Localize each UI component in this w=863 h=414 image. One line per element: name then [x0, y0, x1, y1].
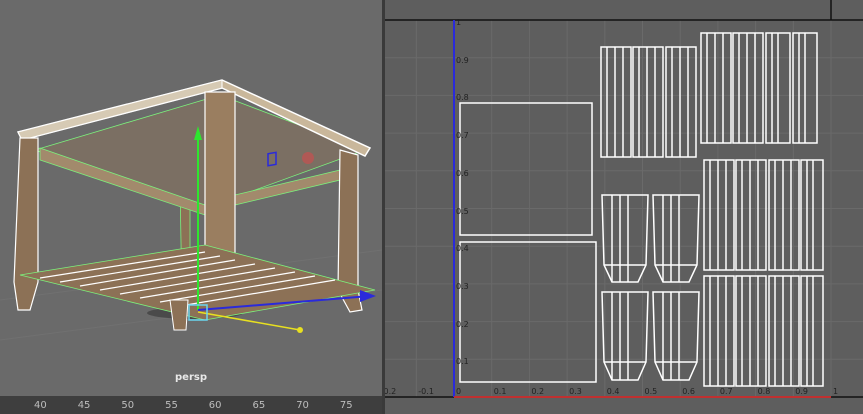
v-tick-label: 0.4 [456, 244, 469, 254]
timeline-tick-label: 75 [339, 400, 353, 411]
z-axis-handle [197, 311, 301, 331]
u-tick-label: 0.1 [493, 387, 507, 396]
timeline-tick-label: 65 [252, 400, 266, 411]
v-tick-label: 0.6 [456, 168, 469, 178]
u-tick-label: 0.5 [644, 387, 658, 396]
u-tick-label: 0.4 [606, 387, 620, 396]
v-tick-label: 0.8 [456, 93, 469, 103]
timeline-tick-label: 55 [165, 400, 178, 411]
u-tick-label: 0.6 [682, 387, 695, 396]
uv-shell-legs [601, 194, 700, 381]
v-tick-label: 0.2 [456, 319, 469, 329]
perspective-viewport[interactable]: persp 40 45 50 55 60 65 70 75 [0, 0, 382, 414]
u-tick-label: 0 [456, 387, 462, 396]
u-tick-label: 0.3 [569, 387, 582, 396]
v-tick-label: 1 [456, 18, 462, 27]
u-tick-label: 1 [833, 387, 839, 396]
v-tick-label: 0.7 [456, 131, 469, 141]
v-tick-label: 0.1 [456, 357, 469, 367]
table-model-scene[interactable] [0, 0, 382, 414]
u-tick-label: 0.7 [719, 387, 733, 396]
u-tick-label: 0.8 [757, 387, 771, 396]
uv-editor-viewport[interactable]: -0.2 -0.1 0 0.1 0.2 0.3 0.4 0.5 0.6 0.7 0.8 0.9 1 1 0.… [385, 0, 863, 414]
camera-label: persp [175, 372, 207, 383]
uv-shell-tabletop-bottom [459, 241, 597, 383]
timeline-tick-label: 50 [121, 400, 135, 411]
u-tick-label: 0.2 [531, 387, 545, 396]
u-tick-label: -0.1 [418, 387, 434, 396]
u-tick-label: -0.2 [385, 387, 397, 396]
timeline-ruler[interactable]: 40 45 50 55 60 65 70 75 [0, 396, 382, 414]
v-tick-label: 0.3 [456, 281, 469, 291]
timeline-tick-label: 70 [296, 400, 309, 411]
v-tick-label: 0.9 [456, 55, 469, 65]
timeline-tick-label: 45 [77, 400, 91, 411]
uv-shell-tabletop-top [459, 102, 593, 236]
timeline-tick-label: 60 [208, 400, 222, 411]
timeline-tick-label: 40 [34, 400, 47, 411]
u-tick-label: 0.9 [795, 387, 809, 396]
v-tick-label: 0.5 [456, 206, 469, 216]
